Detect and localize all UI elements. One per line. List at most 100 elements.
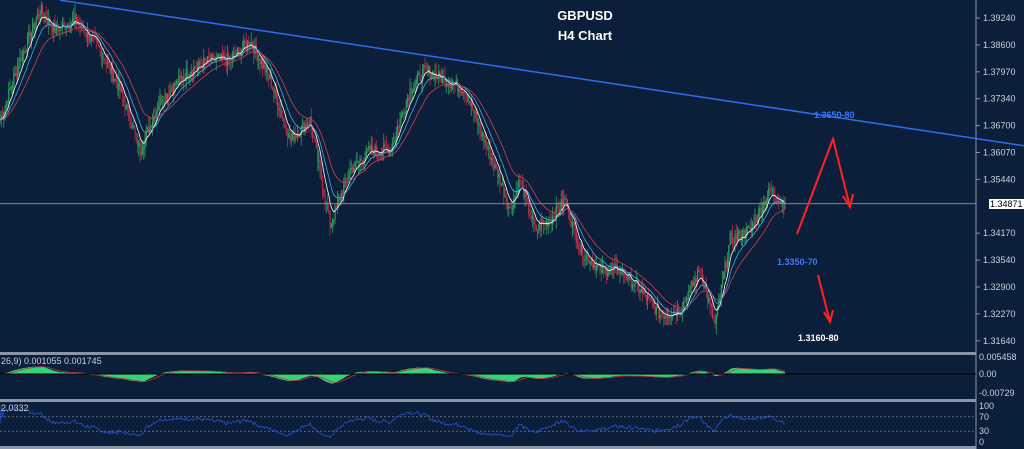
candle <box>333 219 335 221</box>
candle <box>15 73 17 77</box>
candle <box>553 216 555 219</box>
candle <box>562 199 564 207</box>
candle <box>155 111 157 119</box>
candle <box>498 173 500 178</box>
candle <box>625 276 627 280</box>
candle <box>499 173 501 185</box>
candle <box>659 315 661 319</box>
candle <box>532 216 534 219</box>
candle <box>399 118 401 128</box>
candle <box>700 273 702 275</box>
candle <box>159 96 161 106</box>
candle <box>308 124 310 126</box>
candle <box>572 221 574 228</box>
candle <box>560 199 562 210</box>
candle <box>410 88 412 94</box>
candle <box>285 127 287 135</box>
candle <box>578 247 580 250</box>
candle <box>178 75 180 85</box>
candle <box>318 160 320 162</box>
macd-tick-label: -0.00729 <box>979 388 1015 398</box>
macd-label: 26,9) 0.001055 0.001745 <box>1 356 102 366</box>
candle <box>165 93 167 100</box>
candle <box>497 168 499 178</box>
candle <box>470 102 472 106</box>
candle <box>579 249 581 253</box>
candle <box>564 198 566 200</box>
rsi-label: 2.0332 <box>1 403 29 413</box>
candle <box>288 133 290 139</box>
candle <box>4 105 6 113</box>
candle <box>195 68 197 70</box>
candle <box>665 315 667 317</box>
candle <box>99 46 101 50</box>
candle <box>72 19 74 24</box>
y-tick-label: 1.32270 <box>983 309 1016 319</box>
candle <box>84 31 86 36</box>
candle <box>548 221 550 227</box>
candle <box>28 32 30 36</box>
candle <box>655 306 657 315</box>
chart-canvas[interactable]: 1.39240 1.38600 1.37970 1.37340 1.36700 1.360… <box>0 0 1024 449</box>
candle <box>90 36 92 41</box>
candle <box>118 81 120 91</box>
candle <box>407 97 409 102</box>
candle <box>690 281 692 286</box>
candle <box>69 28 71 30</box>
candle <box>643 290 645 293</box>
candle <box>755 217 757 222</box>
candle <box>89 40 91 42</box>
candle <box>208 56 210 59</box>
candle <box>122 88 124 97</box>
candle <box>484 141 486 143</box>
candle <box>418 73 420 75</box>
candle <box>307 124 309 127</box>
candle <box>198 60 200 66</box>
candle <box>654 306 656 315</box>
candle <box>65 27 67 30</box>
candle <box>52 26 54 32</box>
candle <box>427 67 429 71</box>
candle <box>270 75 272 88</box>
candle <box>295 136 297 138</box>
y-tick-label: 1.37970 <box>983 67 1016 77</box>
candle <box>117 83 119 91</box>
candle <box>272 87 274 90</box>
candle <box>160 96 162 104</box>
candle <box>749 226 751 231</box>
candle <box>514 195 516 199</box>
candle <box>132 124 134 129</box>
candle <box>608 272 610 275</box>
candle <box>284 121 286 128</box>
candle <box>512 208 514 210</box>
candle <box>425 65 427 68</box>
candle <box>722 279 724 285</box>
candle <box>347 179 349 181</box>
candle <box>124 101 126 110</box>
candle <box>692 281 694 287</box>
candle <box>423 65 425 69</box>
candle <box>480 130 482 137</box>
candle <box>664 315 666 319</box>
candle <box>479 123 481 131</box>
candle <box>9 88 11 90</box>
candle <box>354 160 356 168</box>
candle <box>568 203 570 218</box>
candle <box>214 60 216 62</box>
candle <box>182 76 184 81</box>
candle <box>128 107 130 120</box>
candle <box>35 18 37 24</box>
candle <box>758 208 760 220</box>
candle <box>595 265 597 272</box>
candle <box>524 190 526 198</box>
candle <box>157 109 159 112</box>
candle <box>103 57 105 60</box>
candle <box>583 258 585 260</box>
candle <box>29 32 31 40</box>
candle <box>495 163 497 169</box>
candle <box>335 205 337 207</box>
candle <box>584 258 586 260</box>
rsi-tick-label: 30 <box>979 426 989 436</box>
candle <box>207 56 209 62</box>
candle <box>384 144 386 147</box>
